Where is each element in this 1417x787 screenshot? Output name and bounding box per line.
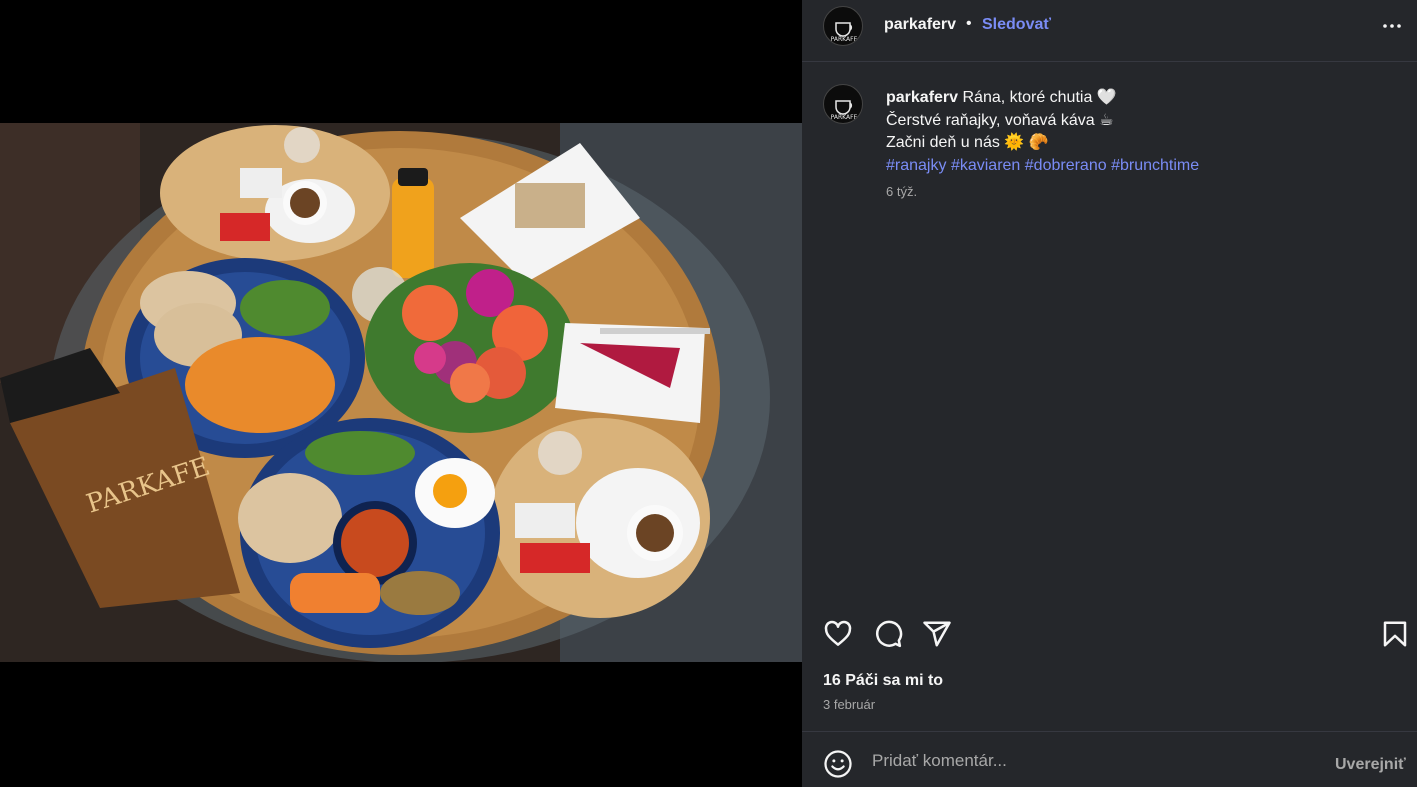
caption-line-1: Rána, ktoré chutia 🤍 — [962, 89, 1117, 106]
breakfast-table-image: PARKAFE — [0, 123, 802, 662]
caption-text: parkaferv Rána, ktoré chutia 🤍 Čerstvé r… — [886, 87, 1386, 177]
cafe-logo-icon: PARKAFE — [831, 100, 858, 121]
hashtag-link[interactable]: #kaviaren — [951, 157, 1020, 174]
bookmark-icon[interactable] — [1380, 619, 1410, 649]
action-bar — [802, 615, 1417, 655]
hashtag-link[interactable]: #ranajky — [886, 157, 946, 174]
follow-button[interactable]: Sledovať — [982, 16, 1051, 34]
media-pane: PARKAFE — [0, 0, 802, 787]
share-icon[interactable] — [922, 619, 952, 649]
hashtag-link[interactable]: #dobrerano — [1025, 157, 1107, 174]
comment-icon[interactable] — [873, 619, 903, 649]
comment-input[interactable] — [872, 746, 1312, 776]
caption-line-2: Čerstvé raňajky, voňavá káva ☕ — [886, 111, 1114, 129]
separator-dot: • — [966, 15, 972, 32]
svg-text:PARKAFE: PARKAFE — [831, 114, 858, 121]
caption-timestamp[interactable]: 6 týž. — [886, 184, 917, 199]
caption-avatar[interactable]: PARKAFE — [823, 84, 863, 124]
cafe-logo-icon: PARKAFE — [831, 22, 858, 43]
heart-icon[interactable] — [823, 619, 853, 649]
post-header: PARKAFE parkaferv • Sledovať — [802, 0, 1417, 62]
post-details-panel: PARKAFE parkaferv • Sledovať PARKAFE par… — [802, 0, 1417, 787]
likes-count[interactable]: 16 Páči sa mi to — [823, 672, 943, 690]
post-photo[interactable]: PARKAFE — [0, 123, 802, 662]
more-horizontal-icon[interactable] — [1380, 14, 1404, 38]
comment-bar: Uverejniť — [802, 731, 1417, 787]
post-comment-button[interactable]: Uverejniť — [1335, 756, 1406, 774]
caption-username[interactable]: parkaferv — [886, 89, 958, 106]
hashtag-link[interactable]: #brunchtime — [1111, 157, 1199, 174]
hashtags: #ranajky #kaviaren #dobrerano #brunchtim… — [886, 155, 1386, 178]
avatar[interactable]: PARKAFE — [823, 6, 863, 46]
svg-text:PARKAFE: PARKAFE — [831, 36, 858, 43]
header-username[interactable]: parkaferv — [884, 16, 956, 34]
caption-line-3: Začni deň u nás 🌞 🥐 — [886, 134, 1049, 151]
post-date[interactable]: 3 február — [823, 697, 875, 712]
emoji-icon[interactable] — [823, 749, 853, 779]
